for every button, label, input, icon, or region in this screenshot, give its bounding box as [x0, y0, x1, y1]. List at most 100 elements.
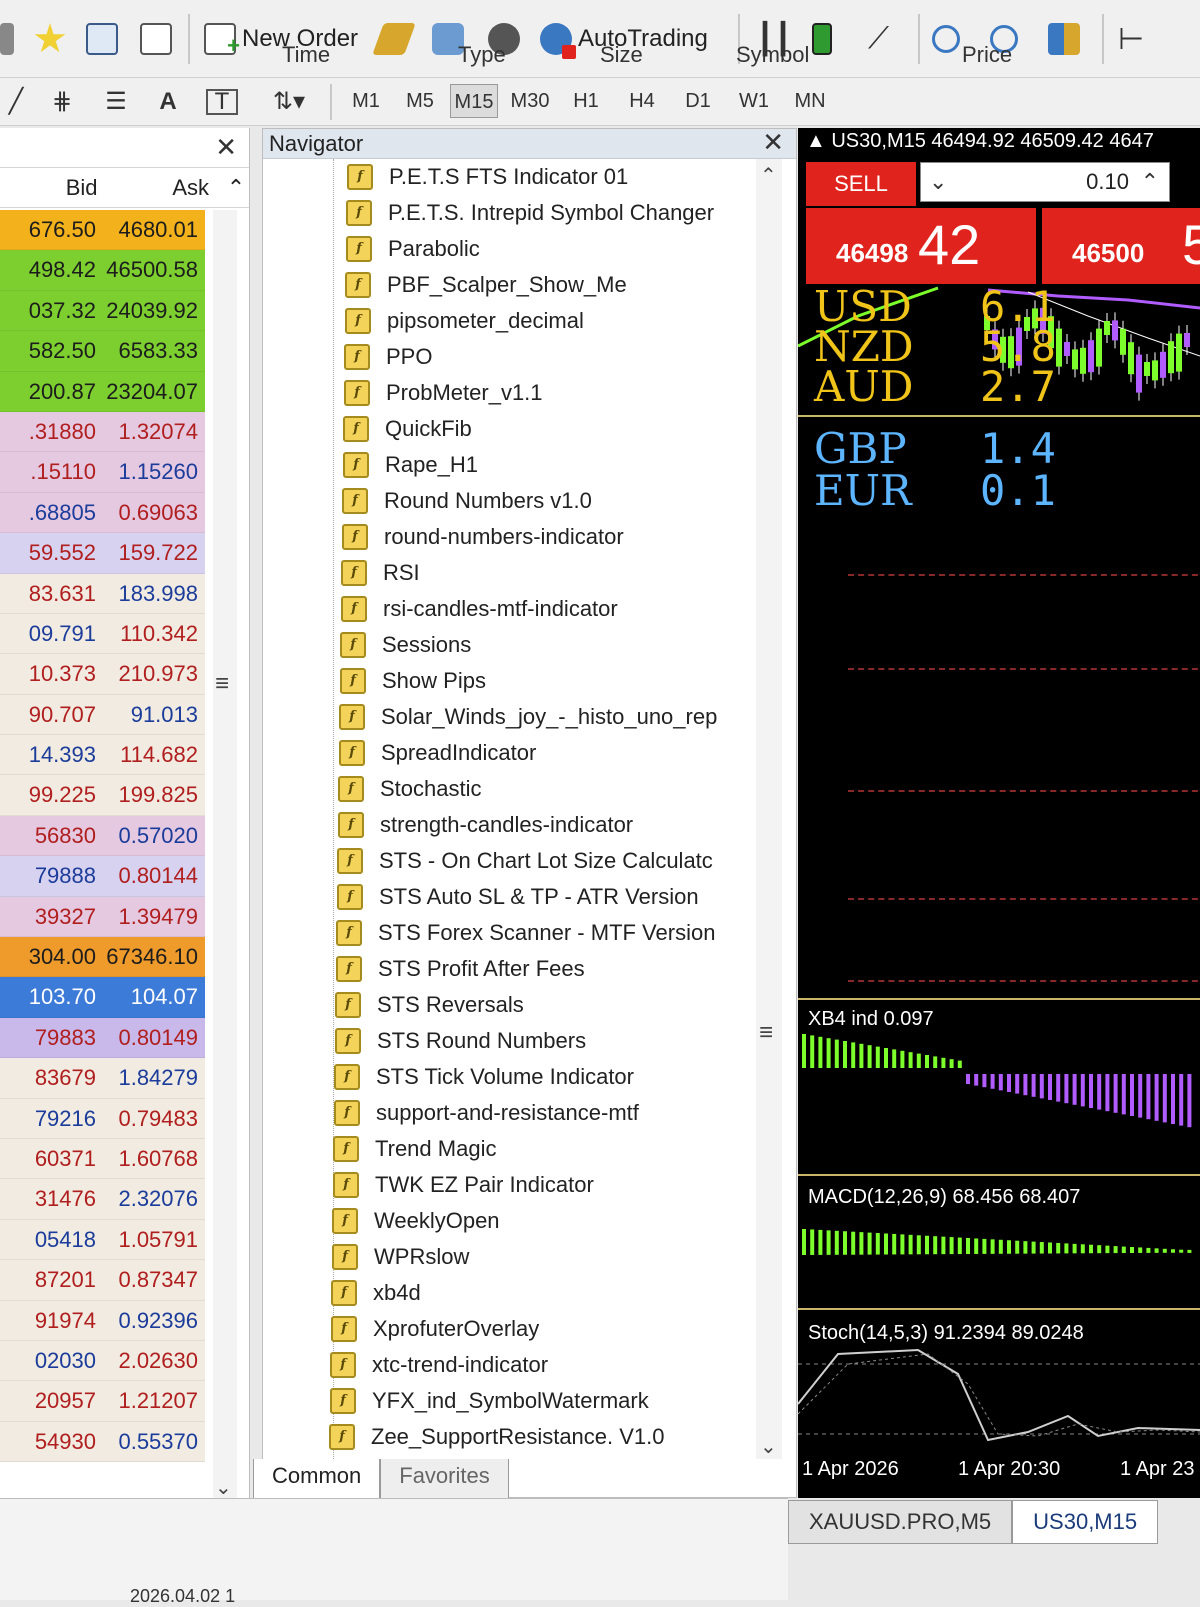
table-row[interactable]: 09.791 110.342 [0, 613, 205, 655]
list-item[interactable]: f YFX_ind_SymbolWatermark [323, 1383, 743, 1419]
table-row[interactable]: 498.42 46500.58 [0, 250, 205, 291]
list-item[interactable]: f xtc-trend-indicator [323, 1347, 743, 1383]
list-item[interactable]: f Rape_H1 [323, 447, 743, 483]
list-item[interactable]: f WeeklyOpen [323, 1203, 743, 1239]
sell-button[interactable]: SELL [806, 162, 916, 206]
table-row[interactable]: 83.631 183.998 [0, 573, 205, 614]
type-column-header[interactable]: Type [458, 42, 506, 68]
text-label-icon[interactable]: T [206, 89, 238, 115]
table-row[interactable]: 79216 0.79483 [0, 1098, 205, 1139]
table-row[interactable]: 59.552 159.722 [0, 533, 205, 574]
list-item[interactable]: f strength-candles-indicator [323, 807, 743, 843]
timeframe-d1[interactable]: D1 [674, 84, 722, 118]
tab-xauusd-m5[interactable]: XAUUSD.PRO,M5 [788, 1500, 1013, 1544]
timeframe-m5[interactable]: M5 [396, 84, 444, 118]
list-item[interactable]: f SpreadIndicator [323, 735, 743, 771]
list-item[interactable]: f P.E.T.S FTS Indicator 01 [323, 159, 743, 195]
list-item[interactable]: f PPO [323, 339, 743, 375]
table-row[interactable]: 304.00 67346.10 [0, 937, 205, 978]
list-item[interactable]: f P.E.T.S. Intrepid Symbol Changer [323, 195, 743, 231]
table-row[interactable]: 79883 0.80149 [0, 1017, 205, 1059]
symbol-column-header[interactable]: Symbol [736, 42, 809, 68]
bid-column-header[interactable]: Bid [0, 168, 112, 207]
close-icon[interactable]: ✕ [762, 127, 784, 157]
table-row[interactable]: 60371 1.60768 [0, 1138, 205, 1180]
list-item[interactable]: f Zee_SupportResistance. V1.0 [323, 1419, 743, 1455]
table-row[interactable]: 582.50 6583.33 [0, 331, 205, 372]
chart-window[interactable]: ▲ US30,M15 46494.92 46509.42 4647 SELL ⌄… [798, 128, 1200, 1498]
list-item[interactable]: f support-and-resistance-mtf [323, 1095, 743, 1131]
buy-price-button[interactable]: 46500 5 [1042, 208, 1200, 284]
table-row[interactable]: 037.32 24039.92 [0, 290, 205, 332]
timeframe-m1[interactable]: M1 [342, 84, 390, 118]
scroll-down-icon[interactable]: ⌄ [215, 1475, 232, 1500]
table-row[interactable]: 56830 0.57020 [0, 815, 205, 857]
table-row[interactable]: 05418 1.05791 [0, 1219, 205, 1261]
list-item[interactable]: f ProbMeter_v1.1 [323, 375, 743, 411]
tab-us30-m15[interactable]: US30,M15 [1012, 1500, 1159, 1544]
scroll-down-icon[interactable]: ⌄ [760, 1434, 777, 1459]
list-item[interactable]: f Stochastic [323, 771, 743, 807]
table-row[interactable]: 54930 0.55370 [0, 1421, 205, 1463]
tab-common[interactable]: Common [253, 1459, 381, 1499]
time-column-header[interactable]: Time [282, 42, 330, 68]
table-row[interactable]: 31476 2.32076 [0, 1179, 205, 1220]
list-item[interactable]: f pipsometer_decimal [323, 303, 743, 339]
timeframe-mn[interactable]: MN [786, 84, 834, 118]
navigator-scrollbar[interactable]: ⌃ ≡ ⌄ [756, 159, 782, 1459]
table-row[interactable]: 79888 0.80144 [0, 856, 205, 897]
timeframe-h1[interactable]: H1 [562, 84, 610, 118]
table-row[interactable]: 200.87 23204.07 [0, 371, 205, 412]
list-item[interactable]: f Parabolic [323, 231, 743, 267]
list-item[interactable]: f STS Reversals [323, 987, 743, 1023]
list-item[interactable]: f XprofuterOverlay [323, 1311, 743, 1347]
list-item[interactable]: f STS - On Chart Lot Size Calculatc [323, 843, 743, 879]
sell-price-button[interactable]: 46498 42 [806, 208, 1036, 284]
table-row[interactable]: 14.393 114.682 [0, 735, 205, 776]
list-item[interactable]: f Solar_Winds_joy_-_histo_uno_rep [323, 699, 743, 735]
table-row[interactable]: 91974 0.92396 [0, 1300, 205, 1341]
table-row[interactable]: 676.50 4680.01 [0, 210, 205, 251]
table-row[interactable]: 10.373 210.973 [0, 654, 205, 695]
list-item[interactable]: f rsi-candles-mtf-indicator [323, 591, 743, 627]
table-row[interactable]: 39327 1.39479 [0, 896, 205, 938]
size-column-header[interactable]: Size [600, 42, 643, 68]
tab-favorites[interactable]: Favorites [380, 1459, 509, 1499]
list-item[interactable]: f Show Pips [323, 663, 743, 699]
timeframe-h4[interactable]: H4 [618, 84, 666, 118]
list-item[interactable]: f PBF_Scalper_Show_Me [323, 267, 743, 303]
list-item[interactable]: f Sessions [323, 627, 743, 663]
table-row[interactable]: 99.225 199.825 [0, 775, 205, 816]
list-item[interactable]: f QuickFib [323, 411, 743, 447]
table-row[interactable]: 83679 1.84279 [0, 1058, 205, 1099]
fibonacci-icon[interactable]: ☰ [100, 86, 132, 118]
timeframe-m30[interactable]: M30 [506, 84, 554, 118]
list-item[interactable]: f STS Profit After Fees [323, 951, 743, 987]
table-row[interactable]: 103.70 104.07 [0, 977, 205, 1018]
table-row[interactable]: .15110 1.15260 [0, 452, 205, 493]
scroll-grip-icon[interactable]: ≡ [759, 1019, 773, 1047]
table-row[interactable]: .31880 1.32074 [0, 411, 205, 453]
list-item[interactable]: f STS Forex Scanner - MTF Version [323, 915, 743, 951]
list-item[interactable]: f RSI [323, 555, 743, 591]
arrows-dropdown-icon[interactable]: ⇅▾ [262, 86, 316, 118]
timeframe-m15[interactable]: M15 [450, 84, 498, 118]
market-watch-scrollbar[interactable]: ≡ ⌄ [213, 210, 237, 1500]
scroll-up-icon[interactable]: ⌃ [760, 163, 777, 188]
table-row[interactable]: 20957 1.21207 [0, 1381, 205, 1422]
lot-size-value[interactable]: 0.10 [1086, 163, 1129, 201]
price-column-header[interactable]: Price [962, 42, 1012, 68]
equidistant-channel-icon[interactable]: ⋕ [46, 86, 78, 118]
list-item[interactable]: f round-numbers-indicator [323, 519, 743, 555]
lot-size-input[interactable]: ⌄ 0.10 ⌃ [920, 162, 1170, 202]
trendline-icon[interactable]: ╱ [0, 86, 32, 118]
chevron-up-icon[interactable]: ⌃ [1141, 163, 1159, 201]
table-row[interactable]: 87201 0.87347 [0, 1260, 205, 1301]
table-row[interactable]: .68805 0.69063 [0, 492, 205, 534]
text-tool-icon[interactable]: A [152, 86, 184, 118]
timeframe-w1[interactable]: W1 [730, 84, 778, 118]
list-item[interactable]: f TWK EZ Pair Indicator [323, 1167, 743, 1203]
close-icon[interactable]: ✕ [215, 132, 237, 163]
list-item[interactable]: f xb4d [323, 1275, 743, 1311]
list-item[interactable]: f Trend Magic [323, 1131, 743, 1167]
